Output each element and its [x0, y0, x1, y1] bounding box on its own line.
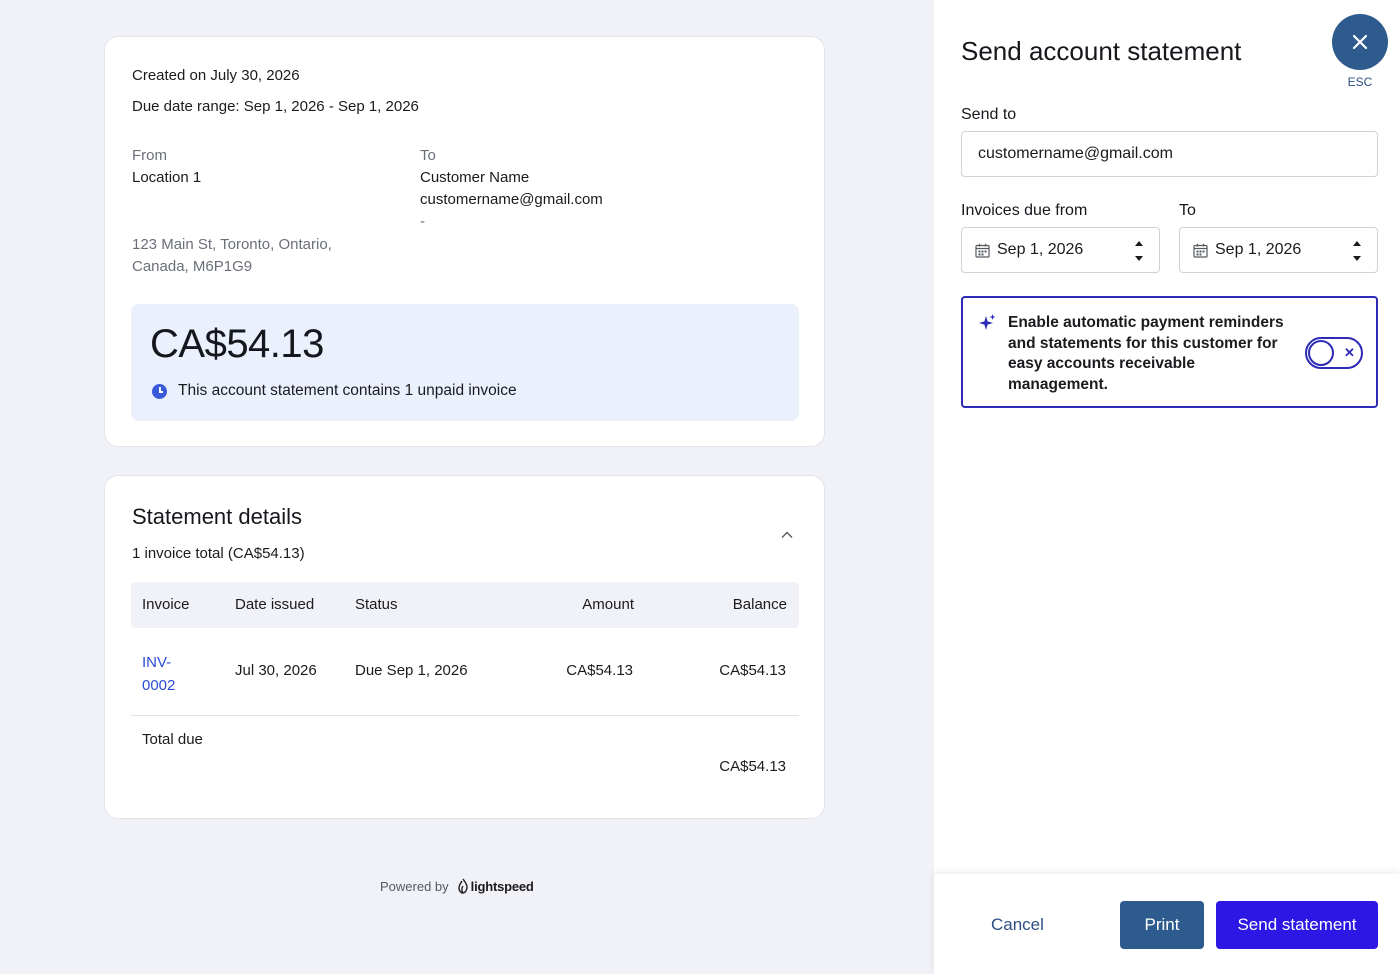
stepper-icon[interactable] — [1133, 238, 1145, 264]
powered-by: Powered by lightspeed — [380, 878, 534, 894]
column-invoice: Invoice — [142, 596, 190, 613]
close-icon — [1352, 34, 1368, 50]
clock-icon — [152, 384, 167, 399]
powered-by-label: Powered by — [380, 878, 449, 894]
statement-preview: Created on July 30, 2026 Due date range:… — [0, 0, 934, 974]
column-status: Status — [355, 596, 398, 613]
stepper-icon[interactable] — [1351, 238, 1363, 264]
row-status: Due Sep 1, 2026 — [355, 662, 468, 679]
statement-summary-card: Created on July 30, 2026 Due date range:… — [104, 36, 825, 447]
brand-logo: lightspeed — [457, 878, 534, 894]
esc-label: ESC — [1347, 75, 1373, 89]
brand-name: lightspeed — [470, 878, 534, 894]
invoice-link[interactable]: INV-0002 — [142, 651, 192, 697]
due-from-date-value: Sep 1, 2026 — [997, 241, 1084, 258]
table-header: Invoice Date issued Status Amount Balanc… — [131, 582, 799, 628]
from-address: 123 Main St, Toronto, Ontario, Canada, M… — [132, 236, 332, 275]
due-to-label: To — [1179, 202, 1196, 219]
flame-icon — [457, 878, 468, 894]
toggle-off-icon: ✕ — [1344, 345, 1355, 360]
chevron-up-icon[interactable] — [781, 529, 793, 541]
print-button[interactable]: Print — [1120, 901, 1204, 949]
cancel-button[interactable]: Cancel — [991, 915, 1044, 935]
send-to-email-field[interactable] — [961, 131, 1378, 177]
close-button[interactable] — [1332, 14, 1388, 70]
to-name: Customer Name — [420, 169, 530, 186]
send-to-label: Send to — [961, 106, 1017, 123]
to-extra: - — [420, 213, 425, 230]
toggle-knob — [1308, 340, 1334, 366]
from-label: From — [132, 147, 167, 164]
reminder-text: Enable automatic payment reminders and s… — [1008, 314, 1284, 393]
reminder-toggle[interactable]: ✕ — [1305, 337, 1363, 369]
sparkle-icon — [979, 314, 996, 330]
row-date-issued: Jul 30, 2026 — [235, 662, 317, 679]
column-balance: Balance — [732, 596, 787, 613]
from-name: Location 1 — [132, 169, 202, 186]
drawer-title: Send account statement — [961, 36, 1242, 66]
send-statement-button[interactable]: Send statement — [1216, 901, 1378, 949]
to-email: customername@gmail.com — [420, 191, 603, 208]
payment-reminder-box: Enable automatic payment reminders and s… — [961, 296, 1378, 408]
row-divider — [131, 715, 799, 716]
due-date-range: Due date range: Sep 1, 2026 - Sep 1, 202… — [132, 98, 419, 115]
due-from-label: Invoices due from — [961, 202, 1088, 219]
send-statement-drawer: Send account statement ESC Send to Invoi… — [934, 0, 1400, 974]
details-title: Statement details — [132, 504, 302, 529]
drawer-footer: Cancel Print Send statement — [934, 874, 1400, 974]
row-amount: CA$54.13 — [566, 662, 633, 679]
statement-details-card: Statement details 1 invoice total (CA$54… — [104, 475, 825, 819]
to-label: To — [420, 147, 436, 164]
column-date-issued: Date issued — [235, 596, 315, 613]
amount-note: This account statement contains 1 unpaid… — [178, 382, 517, 399]
row-balance: CA$54.13 — [719, 662, 786, 679]
details-subtitle: 1 invoice total (CA$54.13) — [132, 545, 305, 562]
created-date: Created on July 30, 2026 — [132, 67, 300, 84]
due-from-date-field[interactable]: Sep 1, 2026 — [961, 227, 1160, 273]
calendar-icon — [975, 243, 990, 258]
amount-value: CA$54.13 — [150, 322, 324, 366]
column-amount: Amount — [582, 596, 634, 613]
total-due-value: CA$54.13 — [719, 758, 786, 775]
due-to-date-field[interactable]: Sep 1, 2026 — [1179, 227, 1378, 273]
total-due-label: Total due — [142, 731, 203, 748]
amount-box: CA$54.13 This account statement contains… — [131, 304, 799, 421]
due-to-date-value: Sep 1, 2026 — [1215, 241, 1302, 258]
calendar-icon — [1193, 243, 1208, 258]
